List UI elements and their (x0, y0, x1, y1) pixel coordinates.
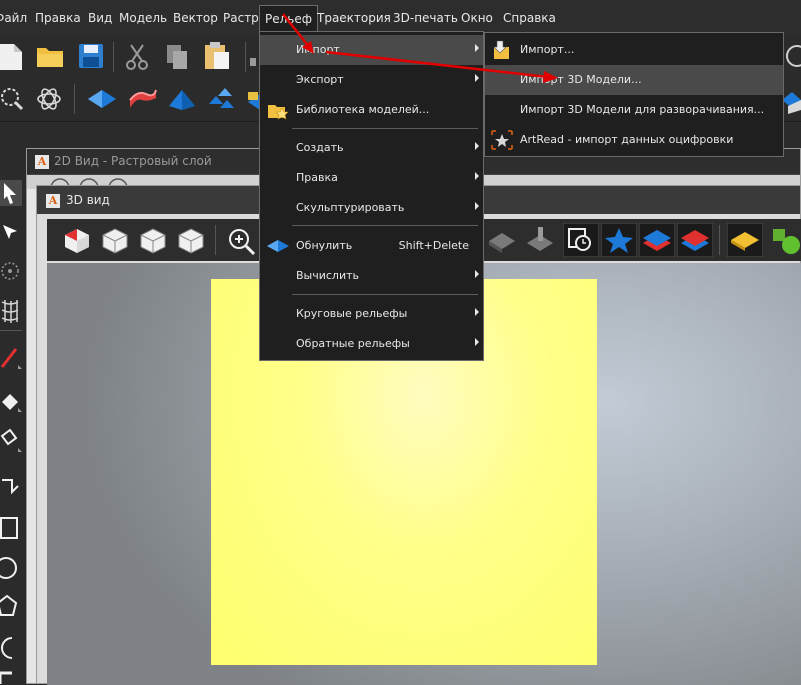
submenu-item-import-3d-model-unwrap[interactable]: Импорт 3D Модели для разворачивания... (485, 95, 783, 125)
aspire-logo: A (46, 194, 60, 208)
cut-icon[interactable] (124, 43, 150, 71)
shortcut-label: Shift+Delete (398, 239, 469, 252)
star-relief-icon[interactable] (601, 223, 637, 257)
menu-relief[interactable]: Рельеф (259, 5, 319, 31)
folder-star-icon (268, 105, 289, 120)
menu-view[interactable]: Вид (88, 8, 112, 28)
plane-yellow-icon[interactable] (727, 223, 763, 257)
menu-item-zero-relief[interactable]: Обнулить Shift+Delete (260, 231, 483, 261)
shapes-green-icon[interactable] (771, 227, 801, 255)
menu-item-import[interactable]: Импорт (260, 35, 483, 65)
toolbar-separator (245, 42, 246, 72)
menu-item-edit[interactable]: Правка (260, 163, 483, 193)
toolbar-separator (215, 225, 216, 255)
artread-icon (491, 130, 513, 150)
menu-item-export[interactable]: Экспорт (260, 65, 483, 95)
view-front-cube-icon[interactable] (139, 227, 167, 255)
menu-edit[interactable]: Правка (35, 8, 81, 28)
menu-toolpath[interactable]: Траектория (317, 8, 391, 28)
toolbar-overflow-icon[interactable] (783, 44, 801, 68)
menu-item-calculate[interactable]: Вычислить (260, 261, 483, 291)
zero-relief-icon[interactable] (87, 88, 117, 110)
extrude-red-icon[interactable] (128, 86, 158, 112)
circle-tool-icon[interactable] (0, 555, 22, 581)
arc-tool-icon[interactable] (0, 634, 22, 660)
new-file-icon[interactable] (0, 42, 22, 72)
submenu-arrow-icon (475, 74, 479, 82)
menu-item-sculpt[interactable]: Скульптурировать (260, 193, 483, 223)
submenu-item-import[interactable]: Импорт... (485, 35, 783, 65)
import-submenu: Импорт... Импорт 3D Модели... Импорт 3D … (484, 32, 784, 157)
left-tool-panel (0, 170, 26, 684)
toolbar-separator (719, 225, 720, 255)
multi-relief-icon[interactable] (206, 86, 236, 112)
submenu-item-artread[interactable]: ArtRead - импорт данных оцифровки (485, 125, 783, 155)
eraser-tool-icon[interactable] (0, 388, 22, 414)
copy-icon[interactable] (164, 43, 190, 71)
submenu-arrow-icon (475, 270, 479, 278)
submenu-arrow-icon (475, 142, 479, 150)
menu-3d-print[interactable]: 3D-печать (393, 8, 458, 28)
save-icon[interactable] (78, 43, 104, 69)
submenu-arrow-icon (475, 308, 479, 316)
atom-view-icon[interactable] (36, 86, 62, 112)
menu-item-model-library[interactable]: Библиотека моделей... (260, 95, 483, 125)
node-edit-icon[interactable] (0, 222, 22, 244)
toolbar-separator (113, 42, 114, 72)
submenu-arrow-icon (475, 202, 479, 210)
menu-vector[interactable]: Вектор (173, 8, 218, 28)
submenu-arrow-icon (475, 172, 479, 180)
view-iso-cube-icon[interactable] (63, 227, 91, 255)
submenu-arrow-icon (475, 338, 479, 346)
menu-item-create[interactable]: Создать (260, 133, 483, 163)
import-arrow-icon (493, 40, 509, 59)
menu-item-circular-reliefs[interactable]: Круговые рельефы (260, 299, 483, 329)
window-2d-title: 2D Вид - Растровый слой (54, 154, 212, 168)
dome-blue-icon[interactable] (167, 86, 197, 112)
view-top-cube-icon[interactable] (101, 227, 129, 255)
submenu-item-import-3d-model[interactable]: Импорт 3D Модели... (485, 65, 783, 95)
submenu-arrow-icon (475, 44, 479, 52)
window-3d-title: 3D вид (66, 193, 110, 207)
mesh-grid-icon[interactable] (0, 298, 22, 324)
polygon-tool-icon[interactable] (0, 594, 22, 620)
open-folder-icon[interactable] (36, 44, 64, 68)
menu-model[interactable]: Модель (119, 8, 167, 28)
zoom-region-icon[interactable] (0, 86, 24, 112)
menu-file[interactable]: Файл (0, 8, 27, 28)
tool-separator (0, 330, 22, 331)
toolbar-separator (74, 84, 75, 114)
zero-relief-icon (267, 240, 289, 252)
transform-icon[interactable] (0, 258, 22, 284)
material-grey-icon[interactable] (487, 227, 517, 255)
fill-tool-icon[interactable] (0, 428, 22, 454)
rectangle-tool-icon[interactable] (0, 515, 22, 541)
menu-window[interactable]: Окно (461, 8, 493, 28)
toolpath-preview-icon[interactable] (525, 227, 555, 255)
layers-blue-icon[interactable] (639, 223, 675, 257)
polyline-tool-icon[interactable] (0, 472, 22, 498)
aspire-logo: A (35, 155, 49, 169)
layers-red-icon[interactable] (677, 223, 713, 257)
menu-item-inverse-reliefs[interactable]: Обратные рельефы (260, 329, 483, 359)
view-side-cube-icon[interactable] (177, 227, 205, 255)
line-tool-icon[interactable] (0, 345, 22, 371)
menu-raster[interactable]: Растр (223, 8, 259, 28)
menu-separator (292, 128, 478, 129)
menu-help[interactable]: Справка (503, 8, 556, 28)
menu-separator (292, 225, 478, 226)
paste-icon[interactable] (203, 41, 231, 71)
select-arrow-icon[interactable] (0, 180, 22, 206)
zoom-icon[interactable] (227, 227, 257, 255)
text-tool-icon[interactable] (0, 670, 22, 684)
undo-partial-icon[interactable] (250, 54, 258, 70)
menu-separator (292, 294, 478, 295)
clock-reset-icon[interactable] (563, 223, 599, 257)
relief-dropdown-menu: Импорт Экспорт Библиотека моделей... Соз… (259, 31, 484, 361)
